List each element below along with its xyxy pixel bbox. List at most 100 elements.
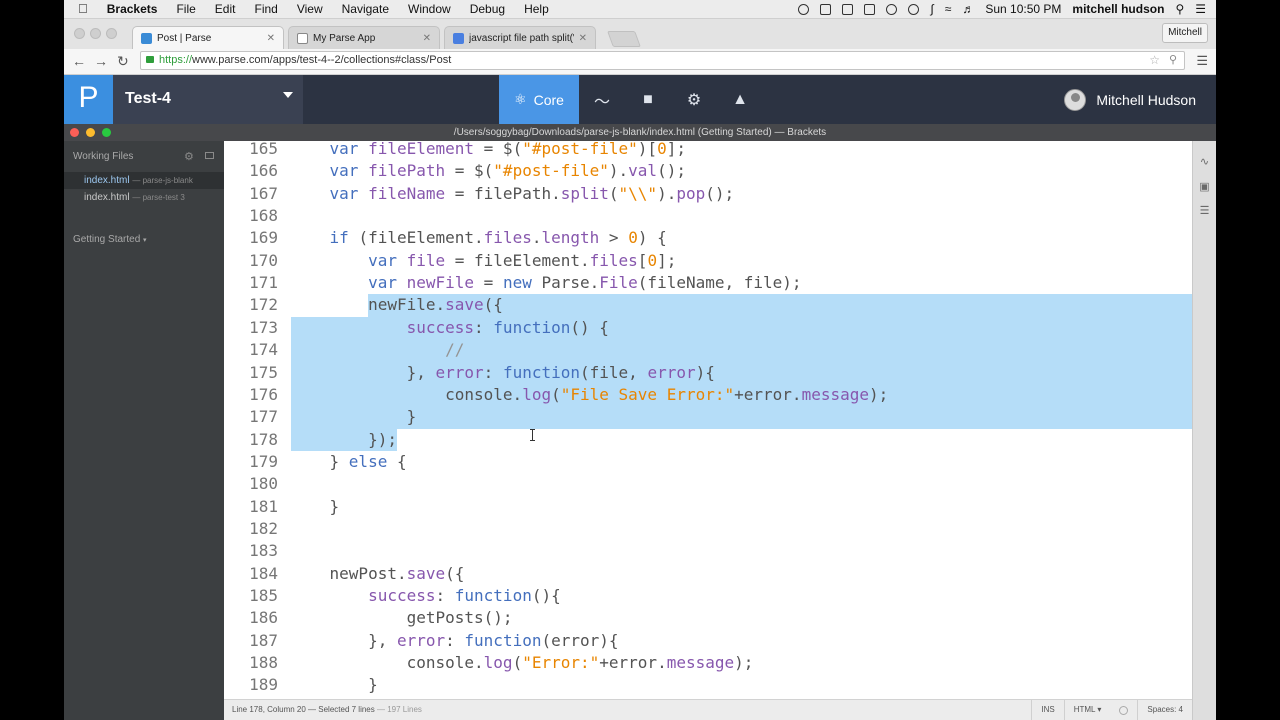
- code-token: console.: [291, 653, 484, 673]
- code-line[interactable]: console.log("Error:"+error.message);: [291, 652, 754, 674]
- time-machine-icon[interactable]: [908, 3, 920, 15]
- code-line[interactable]: newFile.save({: [291, 294, 503, 316]
- browser-tab-post-parse[interactable]: Post | Parse ✕: [132, 26, 284, 49]
- code-line[interactable]: }, error: function(error){: [291, 630, 618, 652]
- language-select[interactable]: HTML ▾: [1063, 700, 1111, 720]
- forward-arrow-icon[interactable]: →: [94, 52, 108, 70]
- code-line[interactable]: if (fileElement.files.length > 0) {: [291, 227, 667, 249]
- gear-icon[interactable]: ⚙: [184, 150, 194, 163]
- reload-icon[interactable]: ↻: [117, 52, 129, 70]
- menu-help[interactable]: Help: [524, 2, 549, 16]
- screen-icon[interactable]: [842, 3, 854, 15]
- code-line[interactable]: }: [291, 406, 417, 428]
- working-file-item[interactable]: index.html — parse-test 3: [64, 189, 224, 206]
- code-line[interactable]: success: function() {: [291, 317, 609, 339]
- menu-debug[interactable]: Debug: [470, 2, 505, 16]
- code-line[interactable]: var file = fileElement.files[0];: [291, 250, 676, 272]
- window-zoom-button[interactable]: [106, 28, 117, 39]
- tab-close-icon[interactable]: ✕: [267, 33, 275, 44]
- wifi-icon[interactable]: ≈: [945, 2, 952, 16]
- app-selector[interactable]: Test-4: [113, 75, 303, 124]
- menu-app-name[interactable]: Brackets: [107, 2, 158, 16]
- code-token: (fileName, file);: [637, 273, 802, 293]
- nav-analytics[interactable]: 〜: [579, 75, 625, 124]
- code-line[interactable]: getPosts();: [291, 607, 513, 629]
- nav-docs[interactable]: ▲: [717, 75, 763, 124]
- creative-cloud-icon[interactable]: [886, 3, 898, 15]
- code-line[interactable]: var newFile = new Parse.File(fileName, f…: [291, 272, 802, 294]
- window-minimize-button[interactable]: [90, 28, 101, 39]
- record-icon[interactable]: [798, 3, 810, 15]
- split-view-icon[interactable]: [205, 152, 214, 159]
- menu-view[interactable]: View: [297, 2, 323, 16]
- code-line[interactable]: }, error: function(file, error){: [291, 362, 715, 384]
- back-arrow-icon[interactable]: ←: [72, 52, 86, 70]
- extension-manager-icon[interactable]: ▣: [1198, 182, 1211, 193]
- browser-tab-my-parse-app[interactable]: My Parse App ✕: [288, 26, 440, 49]
- working-file-name: index.html: [84, 175, 130, 186]
- code-token: function: [502, 362, 580, 382]
- code-editor[interactable]: 165 166 167 168 169 170 171 172 173 174 175 176 177 1…: [224, 141, 1192, 699]
- window-close-button[interactable]: [74, 28, 85, 39]
- tab-close-icon[interactable]: ✕: [423, 33, 431, 44]
- menubar-clock[interactable]: Sun 10:50 PM: [985, 2, 1061, 16]
- project-dropdown[interactable]: Getting Started ▾: [73, 234, 147, 245]
- menu-edit[interactable]: Edit: [215, 2, 236, 16]
- nav-push[interactable]: ■: [625, 75, 671, 124]
- working-file-dir: — parse-test 3: [132, 193, 185, 202]
- page-favicon-icon: [297, 32, 308, 44]
- menu-window[interactable]: Window: [408, 2, 451, 16]
- parse-logo[interactable]: P: [64, 75, 113, 124]
- insert-mode[interactable]: INS: [1031, 700, 1063, 720]
- menu-find[interactable]: Find: [254, 2, 277, 16]
- browser-tab-google-search[interactable]: javascript file path split("\\ ✕: [444, 26, 596, 49]
- live-preview-icon[interactable]: ∿: [1198, 157, 1211, 168]
- code-line[interactable]: console.log("File Save Error:"+error.mes…: [291, 384, 888, 406]
- menu-navigate[interactable]: Navigate: [342, 2, 389, 16]
- brackets-zoom-button[interactable]: [102, 128, 111, 137]
- code-line[interactable]: }: [291, 674, 378, 696]
- brackets-close-button[interactable]: [70, 128, 79, 137]
- spotlight-icon[interactable]: ⚲: [1175, 2, 1184, 16]
- brackets-minimize-button[interactable]: [86, 128, 95, 137]
- camera-icon[interactable]: [864, 3, 876, 15]
- bookmark-star-icon[interactable]: ☆: [1149, 52, 1160, 69]
- layers-icon[interactable]: ☰: [1198, 206, 1211, 217]
- linter-status-icon[interactable]: [1119, 705, 1129, 715]
- code-line[interactable]: success: function(){: [291, 585, 561, 607]
- code-line[interactable]: var filePath = $("#post-file").val();: [291, 160, 686, 182]
- code-token: //: [291, 340, 465, 360]
- code-token: "#post-file": [493, 161, 609, 181]
- working-file-item[interactable]: index.html — parse-js-blank: [64, 172, 224, 189]
- address-bar[interactable]: https://www.parse.com/apps/test-4--2/col…: [140, 51, 1185, 70]
- tab-close-icon[interactable]: ✕: [579, 33, 587, 44]
- profile-button[interactable]: Mitchell: [1162, 23, 1208, 43]
- code-line[interactable]: });: [291, 429, 397, 451]
- menubar-user[interactable]: mitchell hudson: [1072, 2, 1164, 16]
- dropbox-icon[interactable]: [820, 3, 832, 15]
- code-line[interactable]: var fileName = filePath.split("\\").pop(…: [291, 183, 735, 205]
- browser-menu-icon[interactable]: ☰: [1196, 53, 1208, 69]
- code-token: = fileElement.: [445, 250, 590, 270]
- apple-icon[interactable]: : [78, 0, 88, 18]
- volume-icon[interactable]: ♬: [962, 2, 974, 16]
- code-line[interactable]: //: [291, 339, 464, 361]
- code-token: files: [589, 250, 638, 270]
- indent-spaces[interactable]: Spaces: 4: [1137, 700, 1192, 720]
- code-line[interactable]: var fileElement = $("#post-file")[0];: [291, 141, 686, 160]
- notification-center-icon[interactable]: ☰: [1195, 2, 1206, 16]
- code-line[interactable]: }: [291, 496, 340, 518]
- new-tab-button[interactable]: [607, 31, 641, 47]
- nav-core[interactable]: ⚛ Core: [499, 75, 579, 124]
- code-line[interactable]: } else {: [291, 451, 407, 473]
- zoom-icon[interactable]: ⚲: [1169, 52, 1177, 69]
- bluetooth-icon[interactable]: ∫: [930, 2, 933, 16]
- code-token: (: [512, 653, 523, 673]
- user-menu[interactable]: Mitchell Hudson: [1064, 75, 1196, 124]
- code-line[interactable]: newPost.save({: [291, 563, 465, 585]
- nav-settings[interactable]: ⚙: [671, 75, 717, 124]
- parse-header: P Test-4 ⚛ Core 〜 ■ ⚙ ▲ Mitchell Hudson: [64, 75, 1216, 124]
- avatar: [1064, 88, 1087, 111]
- menu-file[interactable]: File: [176, 2, 195, 16]
- graduation-cap-icon: ▲: [732, 90, 748, 108]
